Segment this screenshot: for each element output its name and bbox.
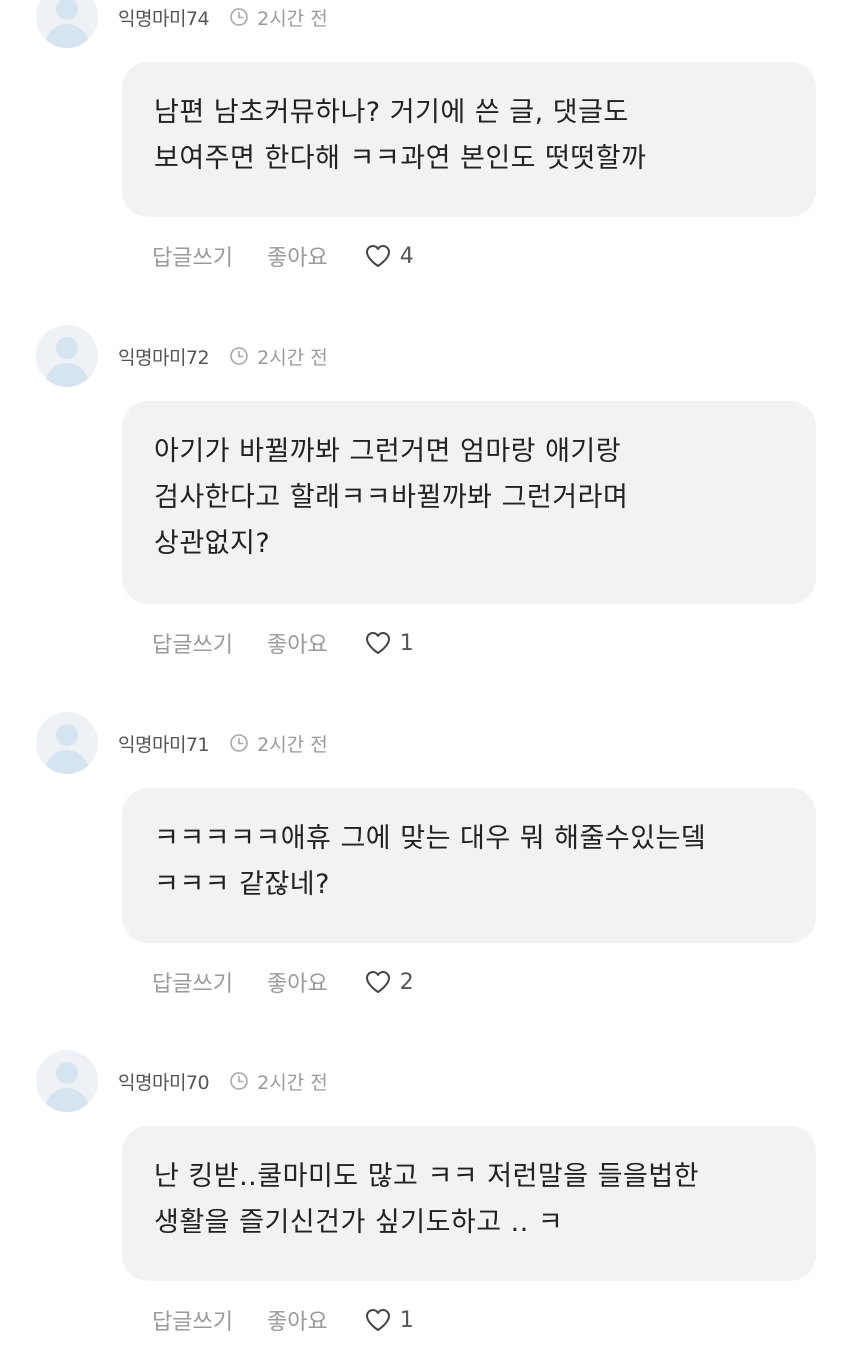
timestamp: 2시간 전 bbox=[257, 1071, 328, 1094]
like-button[interactable]: 좋아요 bbox=[267, 240, 328, 272]
comment-bubble: 아기가 바뀔까봐 그런거면 엄마랑 애기랑 검사한다고 할래ㅋㅋ바뀔까봐 그런거… bbox=[122, 401, 816, 604]
heart-like-button[interactable]: 1 bbox=[364, 630, 414, 656]
heart-icon bbox=[365, 971, 390, 993]
comment-bubble: 난 킹받..쿨마미도 많고 ㅋㅋ 저런말을 들을법한 생활을 즐기신건가 싶기도… bbox=[122, 1126, 816, 1281]
comment-bubble: 남편 남초커뮤하나? 거기에 쓴 글, 댓글도 보여주면 한다해 ㅋㅋ과연 본인… bbox=[122, 62, 816, 217]
comment-text-line: 생활을 즐기신건가 싶기도하고 .. ㅋ bbox=[154, 1207, 564, 1238]
heart-like-button[interactable]: 1 bbox=[364, 1307, 414, 1333]
comment-actions: 답글쓰기 좋아요 1 bbox=[152, 627, 414, 659]
comment-meta: 익명마미71 2시간 전 bbox=[118, 730, 328, 756]
clock-icon bbox=[230, 734, 248, 752]
comment-actions: 답글쓰기 좋아요 4 bbox=[152, 240, 414, 272]
clock-icon bbox=[230, 1072, 248, 1090]
avatar[interactable] bbox=[36, 325, 98, 387]
author-name[interactable]: 익명마미74 bbox=[118, 4, 210, 31]
reply-button[interactable]: 답글쓰기 bbox=[152, 966, 233, 998]
author-name[interactable]: 익명마미71 bbox=[118, 730, 210, 757]
like-button[interactable]: 좋아요 bbox=[267, 1304, 328, 1336]
comment-text-line: 상관없지? bbox=[154, 528, 271, 559]
heart-like-button[interactable]: 2 bbox=[364, 969, 414, 995]
timestamp: 2시간 전 bbox=[257, 733, 328, 756]
avatar[interactable] bbox=[36, 0, 98, 48]
clock-icon bbox=[230, 347, 248, 365]
like-count: 4 bbox=[399, 243, 414, 269]
comment-text-line: 난 킹받..쿨마미도 많고 ㅋㅋ 저런말을 들을법한 bbox=[154, 1161, 700, 1192]
comment-meta: 익명마미74 2시간 전 bbox=[118, 4, 328, 30]
reply-button[interactable]: 답글쓰기 bbox=[152, 240, 233, 272]
comment-text-line: ㅋㅋㅋ 같잖네? bbox=[154, 869, 330, 900]
comment-bubble: ㅋㅋㅋㅋㅋ애휴 그에 맞는 대우 뭐 해줄수있는뎈 ㅋㅋㅋ 같잖네? bbox=[122, 788, 816, 943]
heart-icon bbox=[365, 1309, 390, 1331]
avatar[interactable] bbox=[36, 712, 98, 774]
like-count: 1 bbox=[399, 1307, 414, 1333]
like-button[interactable]: 좋아요 bbox=[267, 966, 328, 998]
comment-text-line: 아기가 바뀔까봐 그런거면 엄마랑 애기랑 bbox=[154, 436, 622, 467]
author-name[interactable]: 익명마미72 bbox=[118, 343, 210, 370]
comment-meta: 익명마미70 2시간 전 bbox=[118, 1068, 328, 1094]
comment-actions: 답글쓰기 좋아요 2 bbox=[152, 966, 414, 998]
like-button[interactable]: 좋아요 bbox=[267, 627, 328, 659]
timestamp: 2시간 전 bbox=[257, 346, 328, 369]
like-count: 2 bbox=[399, 969, 414, 995]
heart-icon bbox=[365, 632, 390, 654]
comment-text-line: 남편 남초커뮤하나? 거기에 쓴 글, 댓글도 bbox=[154, 97, 629, 128]
author-name[interactable]: 익명마미70 bbox=[118, 1068, 210, 1095]
comment-meta: 익명마미72 2시간 전 bbox=[118, 343, 328, 369]
like-count: 1 bbox=[399, 630, 414, 656]
comment-text-line: ㅋㅋㅋㅋㅋ애휴 그에 맞는 대우 뭐 해줄수있는뎈 bbox=[154, 823, 707, 854]
comment-text-line: 보여주면 한다해 ㅋㅋ과연 본인도 떳떳할까 bbox=[154, 143, 647, 174]
clock-icon bbox=[230, 8, 248, 26]
heart-like-button[interactable]: 4 bbox=[364, 243, 414, 269]
heart-icon bbox=[365, 245, 390, 267]
reply-button[interactable]: 답글쓰기 bbox=[152, 1304, 233, 1336]
timestamp: 2시간 전 bbox=[257, 7, 328, 30]
comment-actions: 답글쓰기 좋아요 1 bbox=[152, 1304, 414, 1336]
reply-button[interactable]: 답글쓰기 bbox=[152, 627, 233, 659]
avatar[interactable] bbox=[36, 1050, 98, 1112]
comment-text-line: 검사한다고 할래ㅋㅋ바뀔까봐 그런거라며 bbox=[154, 482, 629, 513]
